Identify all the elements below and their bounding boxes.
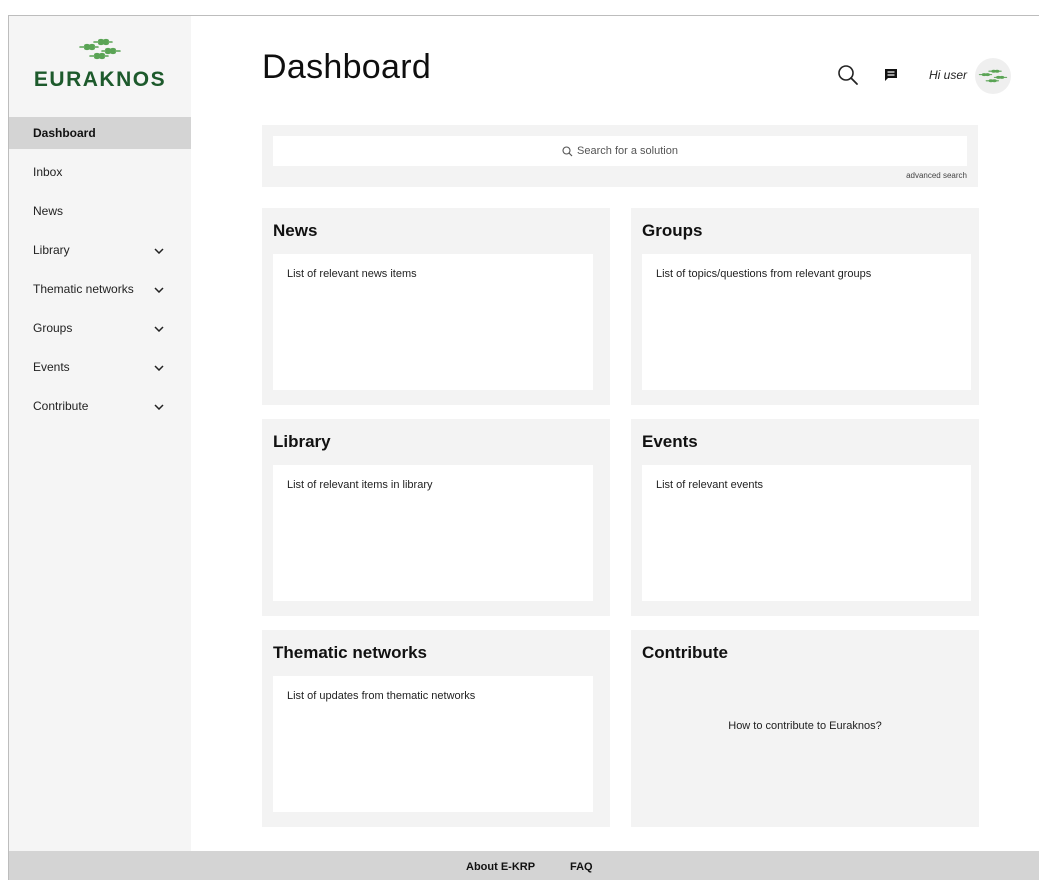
search-panel: Search for a solution advanced search: [262, 125, 978, 187]
sidebar-item-thematic-networks[interactable]: Thematic networks: [9, 270, 191, 309]
groups-card: Groups List of topics/questions from rel…: [631, 208, 979, 405]
library-card: Library List of relevant items in librar…: [262, 419, 610, 616]
user-greeting: Hi user: [929, 68, 968, 82]
card-body-text: List of relevant events: [656, 479, 764, 491]
sidebar-nav: Dashboard Inbox News Library Thematic ne…: [9, 117, 191, 426]
brand-name: EURAKNOS: [33, 68, 167, 91]
sidebar-item-label: Library: [33, 243, 70, 257]
sidebar-item-label: Contribute: [33, 399, 89, 413]
sidebar-item-label: Dashboard: [33, 126, 96, 140]
card-body-text: List of topics/questions from relevant g…: [656, 268, 872, 280]
app-frame: EURAKNOS Dashboard Inbox News Library Th…: [8, 15, 1039, 880]
faq-link[interactable]: FAQ: [570, 861, 593, 873]
events-card: Events List of relevant events: [631, 419, 979, 616]
card-title: News: [273, 221, 318, 240]
sidebar-item-label: Thematic networks: [33, 282, 134, 296]
footer: About E-KRP FAQ: [9, 851, 1039, 880]
chevron-down-icon[interactable]: [153, 231, 165, 270]
sidebar-item-label: News: [33, 204, 64, 218]
thematic-networks-card: Thematic networks List of updates from t…: [262, 630, 610, 827]
sidebar-item-label: Events: [33, 360, 70, 374]
card-title: Contribute: [642, 643, 728, 662]
contribute-link[interactable]: How to contribute to Euraknos?: [631, 720, 979, 732]
sidebar-item-contribute[interactable]: Contribute: [9, 387, 191, 426]
card-title: Groups: [642, 221, 703, 240]
sidebar-item-groups[interactable]: Groups: [9, 309, 191, 348]
events-list[interactable]: List of relevant events: [642, 465, 971, 601]
news-list[interactable]: List of relevant news items: [273, 254, 593, 390]
sidebar-item-label: Inbox: [33, 165, 63, 179]
search-icon: [562, 145, 573, 156]
groups-list[interactable]: List of topics/questions from relevant g…: [642, 254, 971, 390]
avatar[interactable]: [975, 58, 1011, 94]
chevron-down-icon[interactable]: [153, 309, 165, 348]
wheat-leaf-logo-icon: [79, 38, 121, 60]
card-body-text: List of relevant items in library: [287, 479, 433, 491]
sidebar-item-library[interactable]: Library: [9, 231, 191, 270]
page-title: Dashboard: [262, 48, 432, 86]
advanced-search-link[interactable]: advanced search: [906, 171, 967, 180]
news-card: News List of relevant news items: [262, 208, 610, 405]
card-title: Events: [642, 432, 698, 451]
sidebar-item-label: Groups: [33, 321, 73, 335]
chevron-down-icon[interactable]: [153, 270, 165, 309]
sidebar-item-news[interactable]: News: [9, 192, 191, 231]
sidebar-item-dashboard[interactable]: Dashboard: [9, 117, 191, 149]
search-input[interactable]: Search for a solution: [273, 136, 967, 166]
about-link[interactable]: About E-KRP: [466, 861, 535, 873]
brand-logo[interactable]: EURAKNOS: [9, 36, 191, 96]
chevron-down-icon[interactable]: [153, 348, 165, 387]
sidebar-item-events[interactable]: Events: [9, 348, 191, 387]
card-body-text: List of updates from thematic networks: [287, 690, 476, 702]
card-title: Thematic networks: [273, 643, 427, 662]
card-body-text: List of relevant news items: [287, 268, 417, 280]
contribute-card: Contribute How to contribute to Euraknos…: [631, 630, 979, 827]
chevron-down-icon[interactable]: [153, 387, 165, 426]
wheat-leaf-logo-icon: [978, 69, 1008, 83]
search-placeholder: Search for a solution: [577, 145, 678, 157]
sidebar-item-inbox[interactable]: Inbox: [9, 153, 191, 192]
search-icon[interactable]: [837, 64, 859, 86]
card-title: Library: [273, 432, 331, 451]
library-list[interactable]: List of relevant items in library: [273, 465, 593, 601]
chat-icon[interactable]: [883, 67, 899, 83]
thematic-networks-list[interactable]: List of updates from thematic networks: [273, 676, 593, 812]
sidebar: EURAKNOS Dashboard Inbox News Library Th…: [9, 16, 191, 851]
